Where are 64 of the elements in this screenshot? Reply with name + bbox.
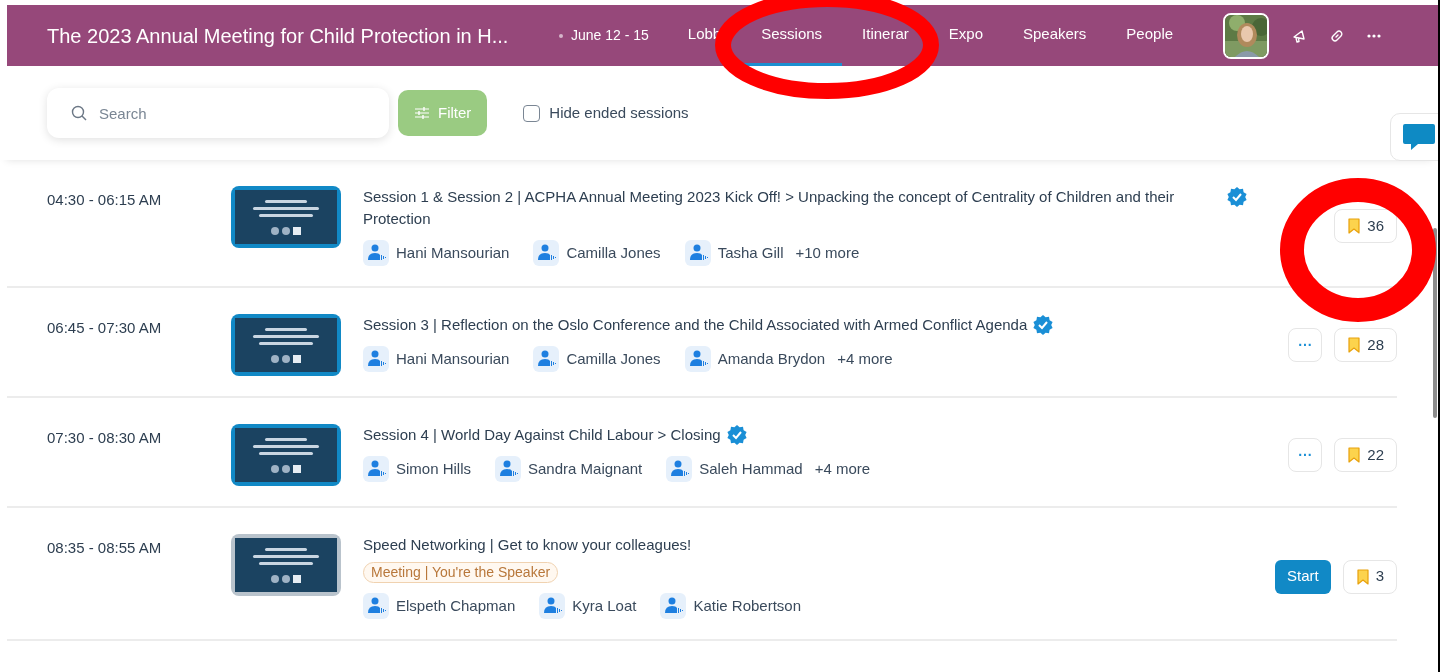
speaker-name[interactable]: Saleh Hammad — [699, 457, 803, 481]
chat-icon — [1402, 122, 1436, 152]
bookmark-button[interactable]: 28 — [1334, 328, 1397, 362]
bookmark-button[interactable]: 22 — [1334, 438, 1397, 472]
speaker-icon — [684, 346, 711, 372]
more-button[interactable]: ··· — [1288, 438, 1323, 472]
more-button[interactable]: ··· — [1288, 328, 1323, 362]
speaker-icon — [666, 456, 693, 482]
session-title[interactable]: Session 4 | World Day Against Child Labour > Closing — [363, 424, 721, 446]
more-icon — [1367, 33, 1382, 38]
megaphone-icon — [1291, 27, 1308, 44]
speaker-icon — [363, 346, 389, 372]
speaker-name[interactable]: Simon Hills — [396, 457, 471, 481]
speaker-name[interactable]: Katie Robertson — [693, 594, 802, 618]
speaker-icon — [495, 456, 521, 482]
bookmark-button[interactable]: 3 — [1342, 559, 1397, 594]
nav-tab[interactable]: Expo — [928, 5, 1003, 66]
scrollbar-thumb[interactable] — [1433, 228, 1437, 418]
session-time: 07:30 - 08:30 AM — [47, 428, 163, 448]
speaker-name[interactable]: Amanda Brydon — [717, 347, 826, 371]
bookmark-icon — [1355, 568, 1370, 585]
speaker-icon — [363, 456, 389, 482]
session-time: 04:30 - 06:15 AM — [47, 190, 163, 210]
bookmark-icon — [1347, 218, 1362, 234]
checkbox[interactable] — [523, 104, 541, 122]
more-speakers-link[interactable]: +10 more — [795, 241, 860, 265]
speaker-icon — [363, 593, 389, 619]
bookmark-icon — [1347, 337, 1362, 353]
nav-tab[interactable]: People — [1106, 5, 1194, 66]
search-icon — [71, 105, 87, 121]
bookmark-icon — [1347, 447, 1362, 463]
speaker-icon — [363, 240, 389, 266]
event-title: The 2023 Annual Meeting for Child Protection in H... — [47, 24, 509, 47]
session-title[interactable]: Session 1 & Session 2 | ACPHA Annual Meeting 2023 Kick Off! > Unpacking the concept of Centrality of Children and their Protection — [363, 186, 1221, 230]
speaker-name[interactable]: Hani Mansourian — [396, 347, 510, 371]
speaker-icon — [660, 593, 687, 619]
speaker-name[interactable]: Tasha Gill — [717, 241, 784, 265]
search-field[interactable]: Search — [47, 88, 389, 138]
speaker-icon — [533, 240, 560, 266]
session-title[interactable]: Speed Networking | Get to know your colleagues! — [363, 534, 692, 556]
chat-button[interactable] — [1390, 113, 1438, 161]
event-dates: June 12 - 15 — [571, 26, 649, 45]
more-speakers-link[interactable]: +4 more — [837, 347, 893, 371]
sliders-icon — [414, 105, 430, 121]
nav-tab[interactable]: Speakers — [1003, 5, 1107, 66]
nav-tab[interactable]: Sessions — [741, 5, 843, 66]
speaker-name[interactable]: Elspeth Chapman — [396, 594, 516, 618]
speaker-icon — [684, 240, 711, 266]
speaker-name[interactable]: Camilla Jones — [566, 347, 661, 371]
start-button[interactable]: Start — [1274, 559, 1331, 594]
speaker-name[interactable]: Kyra Loat — [572, 594, 637, 618]
nav-tab[interactable]: Itinerar — [842, 5, 929, 66]
session-title[interactable]: Session 3 | Reflection on the Oslo Conference and the Child Associated with Armed Conflict Agenda — [363, 314, 1028, 336]
speaker-name[interactable]: Hani Mansourian — [396, 241, 510, 265]
speaker-name[interactable]: Sandra Maignant — [528, 457, 643, 481]
speaker-icon — [539, 593, 566, 619]
checkbox-label: Hide ended sessions — [549, 102, 689, 123]
more-speakers-link[interactable]: +4 more — [814, 457, 871, 481]
speaker-name[interactable]: Camilla Jones — [566, 241, 661, 265]
bookmark-button[interactable]: 36 — [1334, 209, 1397, 243]
speaker-icon — [533, 346, 560, 372]
session-tag: Meeting | You're the Speaker — [363, 562, 559, 583]
session-time: 08:35 - 08:55 AM — [47, 538, 163, 558]
session-time: 06:45 - 07:30 AM — [47, 318, 163, 338]
